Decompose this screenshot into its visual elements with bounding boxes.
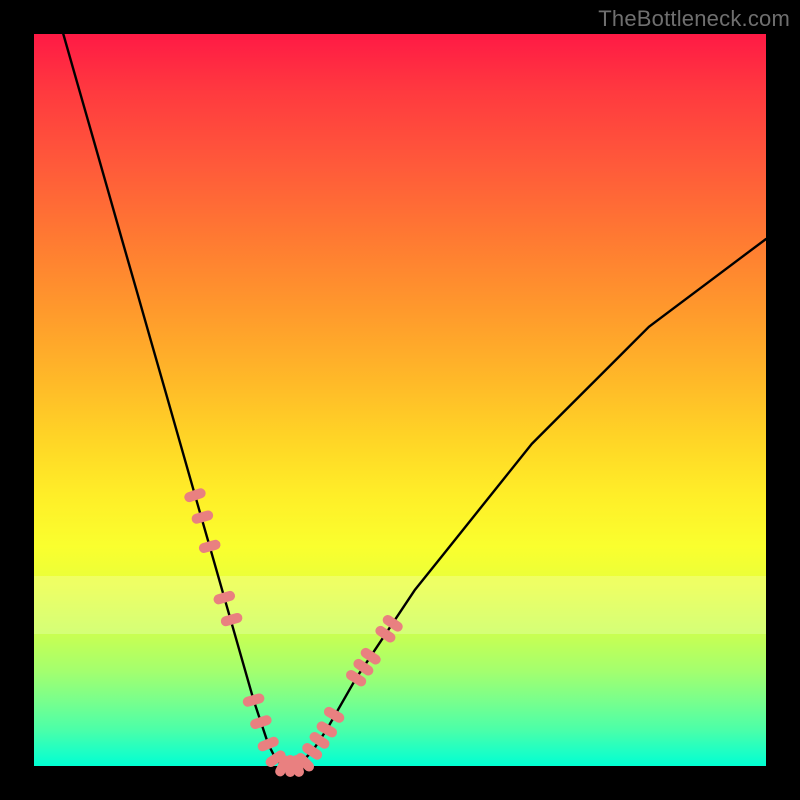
marker [242, 692, 266, 708]
bottleneck-curve [63, 34, 766, 766]
marker [256, 735, 280, 752]
highlight-markers [183, 487, 405, 778]
marker [198, 539, 222, 554]
chart-frame: TheBottleneck.com [0, 0, 800, 800]
watermark-label: TheBottleneck.com [598, 6, 790, 32]
marker [183, 487, 207, 503]
marker [322, 705, 346, 725]
marker [212, 590, 236, 606]
marker [249, 714, 273, 730]
chart-overlay [34, 34, 766, 766]
